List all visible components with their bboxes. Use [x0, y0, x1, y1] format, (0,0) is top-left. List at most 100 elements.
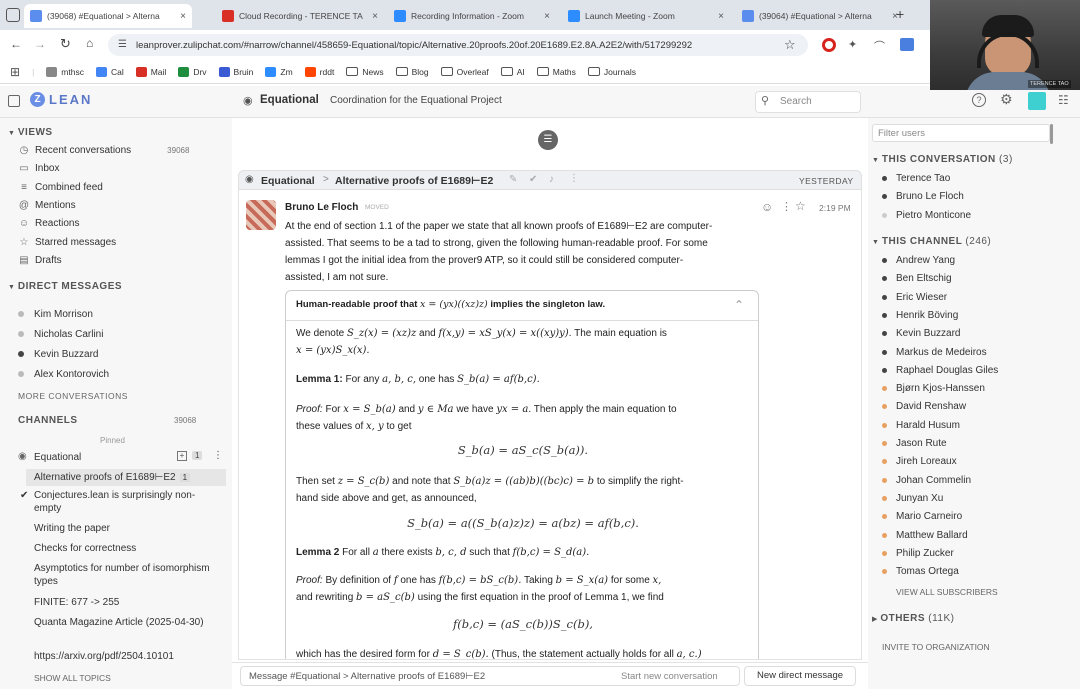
- user-list-item[interactable]: Matthew Ballard: [882, 530, 968, 541]
- browser-tab[interactable]: (39064) #Equational > Alterna ×: [736, 4, 904, 28]
- bookmark-item[interactable]: mthsc: [46, 66, 84, 77]
- browser-tab[interactable]: Cloud Recording - TERENCE TA ×: [216, 4, 384, 28]
- topic-item[interactable]: FINITE: 677 -> 255: [34, 596, 214, 609]
- recipient-topic[interactable]: Alternative proofs of E1689⊢E2: [335, 175, 493, 187]
- user-list-item[interactable]: Philip Zucker: [882, 548, 954, 559]
- start-new-conversation-button[interactable]: Start new conversation: [621, 671, 718, 682]
- extension-icon-2[interactable]: ✦: [848, 38, 857, 51]
- user-list-item[interactable]: Henrik Böving: [882, 310, 958, 321]
- user-list-item[interactable]: Pietro Monticone: [882, 210, 971, 221]
- reload-icon[interactable]: ↻: [60, 36, 71, 52]
- sidebar-item-view[interactable]: ☆ Starred messages: [18, 237, 117, 248]
- scroll-up-icon[interactable]: ☰: [538, 130, 558, 150]
- topic-item[interactable]: Checks for correctness: [34, 542, 214, 555]
- channels-heading[interactable]: CHANNELS: [18, 415, 78, 426]
- channel-row-equational[interactable]: ◉ Equational + 1 ⋮: [10, 450, 226, 466]
- user-list-item[interactable]: Mario Carneiro: [882, 511, 962, 522]
- compose-message-box[interactable]: Message #Equational > Alternative proofs…: [240, 666, 740, 686]
- star-icon[interactable]: ☆: [795, 199, 806, 213]
- bookmark-item[interactable]: Cal: [95, 66, 124, 77]
- help-icon[interactable]: ?: [972, 93, 986, 107]
- user-avatar[interactable]: [1028, 92, 1046, 110]
- message-menu-icon[interactable]: ⋮: [781, 200, 792, 213]
- gear-icon[interactable]: ⚙: [1000, 91, 1013, 108]
- recipient-bar[interactable]: ◉ Equational > Alternative proofs of E16…: [238, 170, 862, 190]
- apps-grid-icon[interactable]: ⊞: [10, 65, 20, 79]
- sidebar-item-view[interactable]: @ Mentions: [18, 200, 76, 211]
- back-arrow-icon[interactable]: ←: [10, 37, 22, 51]
- direct-message-item[interactable]: Nicholas Carlini: [18, 329, 103, 340]
- topic-item[interactable]: Asymptotics for number of isomorphism ty…: [34, 562, 214, 588]
- search-box[interactable]: ⚲ Search: [755, 91, 861, 113]
- this-channel-heading[interactable]: ▼ THIS CHANNEL (246): [872, 236, 991, 247]
- user-list-item[interactable]: Bruno Le Floch: [882, 191, 964, 202]
- user-list-item[interactable]: Johan Commelin: [882, 475, 971, 486]
- topic-item[interactable]: ✔ Conjectures.lean is surprisingly non-em…: [20, 489, 214, 515]
- home-icon[interactable]: ⌂: [86, 36, 93, 50]
- notification-bell-icon[interactable]: ♪: [549, 174, 554, 185]
- sidebar-toggle-icon[interactable]: [8, 95, 20, 107]
- sidebar-item-view[interactable]: ◷ Recent conversations 39068: [18, 145, 190, 156]
- zulip-logo[interactable]: Z LEAN: [30, 92, 92, 107]
- this-conversation-heading[interactable]: ▼ THIS CONVERSATION (3): [872, 154, 1013, 165]
- bookmark-star-icon[interactable]: ☆: [784, 37, 796, 53]
- sidebar-item-view[interactable]: ≡ Combined feed: [18, 182, 103, 193]
- resolve-topic-icon[interactable]: ✔: [529, 174, 537, 185]
- others-heading[interactable]: ▶ OTHERS (11K): [872, 613, 955, 624]
- new-tab-button[interactable]: +: [896, 6, 904, 22]
- forward-arrow-icon[interactable]: →: [34, 37, 46, 51]
- close-tab-icon[interactable]: ×: [180, 11, 186, 22]
- invite-to-organization-link[interactable]: INVITE TO ORGANIZATION: [882, 642, 990, 652]
- collapse-chevron-icon[interactable]: ⌃: [734, 298, 744, 312]
- topic-item[interactable]: Writing the paper: [34, 522, 214, 535]
- user-list-item[interactable]: Harald Husum: [882, 420, 960, 431]
- user-list-item[interactable]: Eric Wieser: [882, 292, 947, 303]
- site-info-icon[interactable]: ☰: [118, 39, 127, 50]
- user-list-item[interactable]: Andrew Yang: [882, 255, 955, 266]
- bookmark-item[interactable]: Overleaf: [440, 67, 489, 77]
- user-list-item[interactable]: David Renshaw: [882, 401, 966, 412]
- show-all-topics-link[interactable]: SHOW ALL TOPICS: [34, 673, 111, 683]
- user-list-item[interactable]: Bjørn Kjos-Hanssen: [882, 383, 985, 394]
- sender-avatar[interactable]: [246, 200, 276, 230]
- tab-list-icon[interactable]: [6, 8, 20, 22]
- topic-menu-icon[interactable]: ⋮: [569, 173, 579, 184]
- user-list-item[interactable]: Ben Eltschig: [882, 273, 952, 284]
- browser-tab[interactable]: (39068) #Equational > Alterna ×: [24, 4, 192, 28]
- sidebar-item-view[interactable]: ▭ Inbox: [18, 163, 59, 174]
- compose-topic-icon[interactable]: +: [177, 451, 187, 461]
- new-direct-message-button[interactable]: New direct message: [744, 666, 856, 686]
- topic-item[interactable]: Quanta Magazine Article (2025-04-30): [34, 616, 214, 629]
- views-heading[interactable]: ▼ VIEWS: [8, 127, 53, 138]
- extension-icon-3[interactable]: ⌒: [874, 38, 885, 54]
- bookmark-item[interactable]: Drv: [178, 66, 207, 77]
- right-scrollbar[interactable]: [1050, 124, 1053, 144]
- topic-item[interactable]: Alternative proofs of E1689⊢E2 1: [26, 469, 226, 486]
- bookmark-item[interactable]: AI: [500, 67, 525, 77]
- user-list-item[interactable]: Jireh Loreaux: [882, 456, 957, 467]
- bookmark-item[interactable]: Blog: [395, 67, 429, 77]
- translate-extension-icon[interactable]: [900, 38, 914, 51]
- filter-users-input[interactable]: Filter users: [872, 124, 1050, 142]
- close-tab-icon[interactable]: ×: [372, 11, 378, 22]
- bookmark-item[interactable]: rddt: [304, 66, 334, 77]
- edit-topic-icon[interactable]: ✎: [509, 174, 517, 185]
- bookmark-item[interactable]: Bruin: [218, 66, 253, 77]
- user-list-item[interactable]: Kevin Buzzard: [882, 328, 960, 339]
- bookmark-item[interactable]: Journals: [587, 67, 636, 77]
- direct-message-item[interactable]: Alex Kontorovich: [18, 369, 109, 380]
- user-list-toggle-icon[interactable]: ☷: [1058, 93, 1069, 107]
- user-list-item[interactable]: Terence Tao: [882, 173, 950, 184]
- view-all-subscribers-link[interactable]: VIEW ALL SUBSCRIBERS: [896, 587, 998, 597]
- url-bar[interactable]: ☰ leanprover.zulipchat.com/#narrow/chann…: [108, 34, 808, 56]
- browser-tab[interactable]: Launch Meeting - Zoom ×: [562, 4, 730, 28]
- direct-message-item[interactable]: Kim Morrison: [18, 309, 93, 320]
- user-list-item[interactable]: Markus de Medeiros: [882, 347, 987, 358]
- bookmark-item[interactable]: Zm: [265, 66, 293, 77]
- user-list-item[interactable]: Tomas Ortega: [882, 566, 959, 577]
- user-list-item[interactable]: Junyan Xu: [882, 493, 943, 504]
- topic-item[interactable]: https://arxiv.org/pdf/2504.10101: [34, 650, 214, 663]
- direct-messages-heading[interactable]: ▼ DIRECT MESSAGES: [8, 281, 122, 292]
- recipient-channel[interactable]: Equational: [261, 175, 315, 187]
- sidebar-item-view[interactable]: ☺ Reactions: [18, 218, 80, 229]
